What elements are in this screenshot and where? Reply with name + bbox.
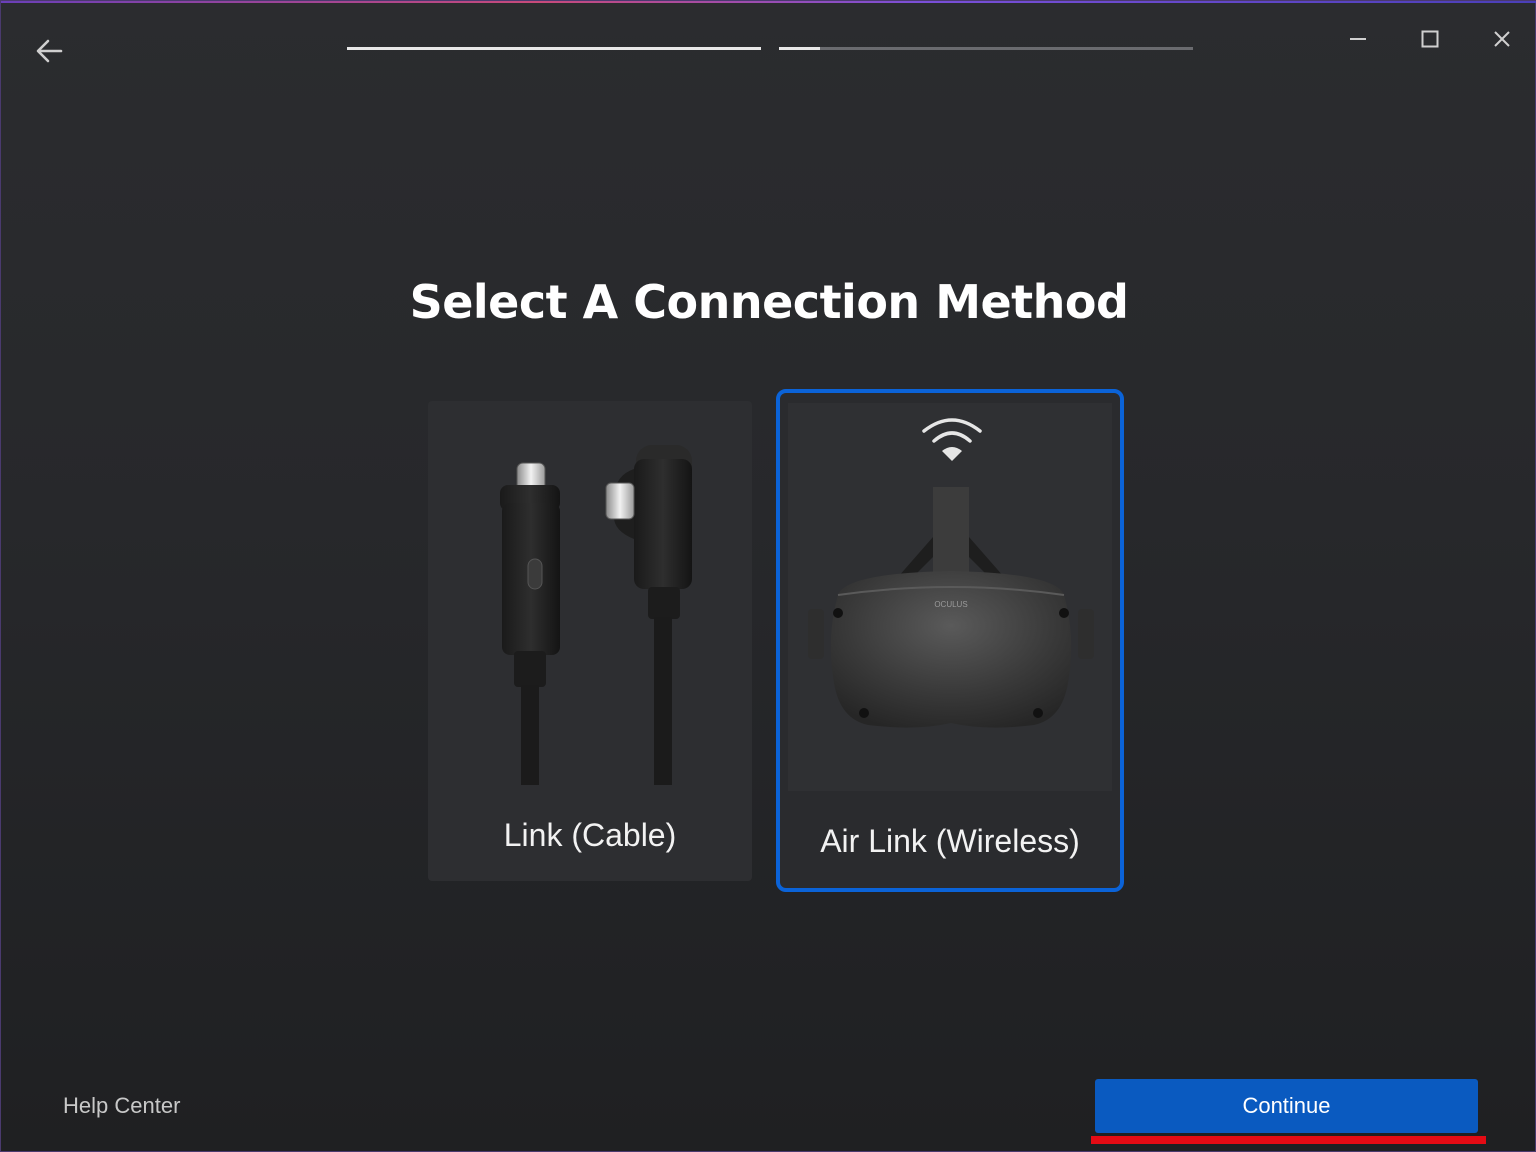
back-button[interactable] [29,31,69,71]
app-window: Select A Connection Method Link (Cable) … [0,0,1536,1152]
window-top-accent [1,1,1536,3]
progress-step-2-fill [779,47,820,50]
oculus-logo-text: OCULUS [934,600,967,609]
close-button[interactable] [1482,21,1522,57]
progress-step-1 [347,47,761,50]
close-icon [1494,31,1510,47]
arrow-left-icon [36,39,63,63]
minimize-icon [1350,38,1366,40]
option-label: Link (Cable) [503,817,677,853]
continue-button[interactable]: Continue [1095,1079,1478,1133]
annotation-underline [1091,1136,1486,1144]
maximize-icon [1421,30,1439,48]
wifi-icon [922,418,982,461]
page-title: Select A Connection Method [409,275,1129,329]
option-air-link-wireless[interactable]: OCULUS Air Link (Wireless) [776,389,1124,892]
option-label: Air Link (Wireless) [820,823,1080,859]
help-center-link[interactable]: Help Center [63,1093,180,1119]
minimize-button[interactable] [1338,21,1378,57]
vr-headset-image: OCULUS [808,487,1094,728]
progress-step-1-fill [347,47,761,50]
usb-c-cable-image [500,445,692,785]
option-link-cable[interactable]: Link (Cable) [428,401,752,881]
maximize-button[interactable] [1410,21,1450,57]
progress-step-2 [779,47,1193,50]
